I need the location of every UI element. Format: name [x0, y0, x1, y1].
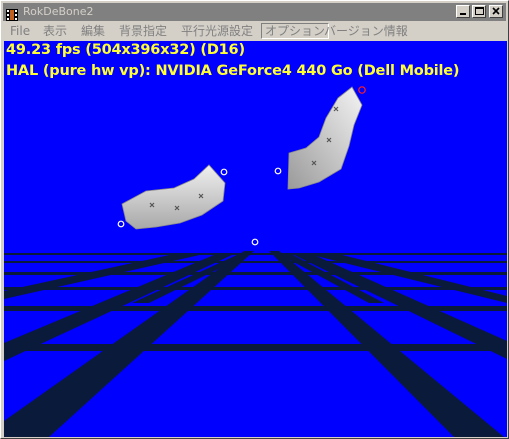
selected-joint-marker[interactable] — [358, 86, 366, 94]
bone-mesh-right[interactable] — [287, 86, 363, 190]
title-bar[interactable]: RokDeBone2 — [3, 3, 506, 21]
close-icon — [492, 7, 500, 15]
joint-marker[interactable] — [220, 168, 228, 176]
floor-grid — [4, 251, 507, 437]
fps-readout: 49.23 fps (504x396x32) (D16) — [6, 42, 245, 58]
menu-version-info[interactable]: バージョン情報 — [321, 23, 411, 39]
window-title: RokDeBone2 — [23, 5, 94, 18]
menu-background[interactable]: 背景指定 — [116, 23, 170, 39]
scene-3d[interactable] — [4, 41, 507, 437]
menu-directional-light[interactable]: 平行光源設定 — [178, 23, 256, 39]
joint-marker[interactable] — [251, 238, 259, 246]
menu-edit[interactable]: 編集 — [78, 23, 108, 39]
menu-file[interactable]: File — [7, 23, 33, 39]
render-viewport[interactable]: 49.23 fps (504x396x32) (D16) HAL (pure h… — [4, 41, 507, 437]
menu-view[interactable]: 表示 — [40, 23, 70, 39]
close-button[interactable] — [489, 5, 503, 18]
main-window: RokDeBone2 File 表示 編集 背景指定 平行光源設定 オプション … — [0, 0, 509, 439]
film-strip-icon[interactable] — [6, 6, 18, 21]
bone-mesh-left[interactable] — [121, 164, 226, 230]
device-readout: HAL (pure hw vp): NVIDIA GeForce4 440 Go… — [6, 63, 460, 79]
maximize-icon — [475, 7, 484, 15]
joint-marker[interactable] — [274, 167, 282, 175]
minimize-icon — [460, 13, 466, 15]
menu-options[interactable]: オプション — [261, 23, 330, 39]
joint-marker[interactable] — [117, 220, 125, 228]
minimize-button[interactable] — [456, 5, 470, 18]
maximize-button[interactable] — [472, 5, 486, 18]
menu-bar: File 表示 編集 背景指定 平行光源設定 オプション バージョン情報 — [3, 21, 506, 41]
